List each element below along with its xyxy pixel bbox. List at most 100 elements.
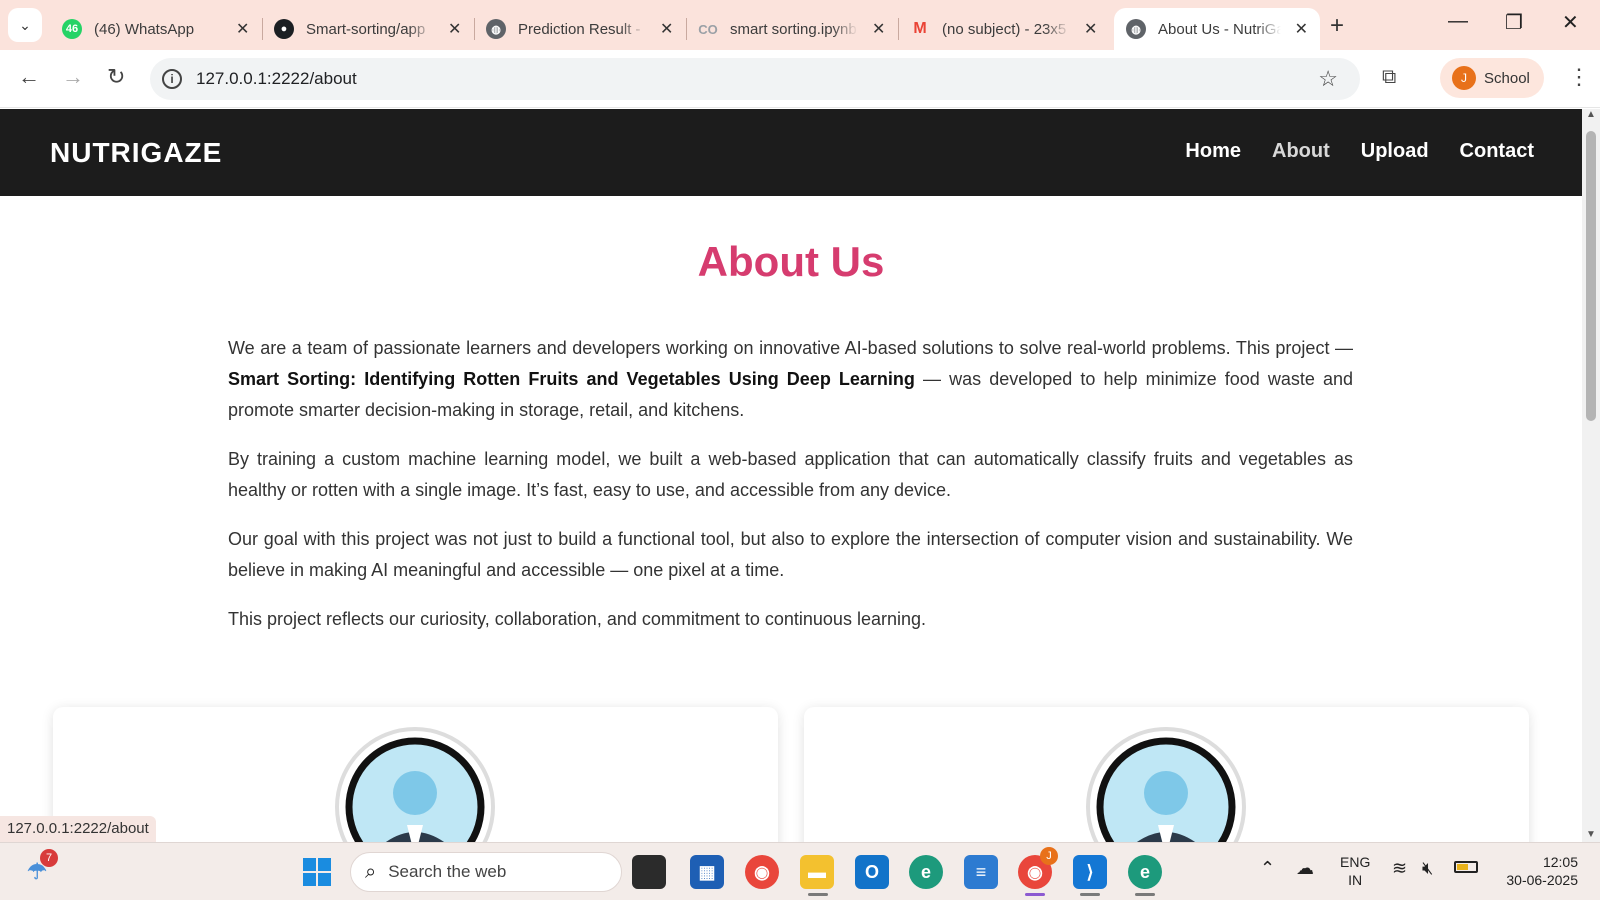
- person-icon: [345, 737, 485, 842]
- tab-label: Prediction Result -: [518, 20, 641, 38]
- scroll-down-icon[interactable]: ▼: [1586, 829, 1596, 840]
- file-explorer-icon[interactable]: ▬: [800, 855, 834, 889]
- tab-label: About Us - NutriGaze: [1158, 20, 1281, 38]
- tab-prediction[interactable]: ◍ Prediction Result - ✕: [474, 8, 685, 50]
- tab-search-button[interactable]: ⌄: [8, 8, 42, 42]
- profile-badge: J: [1040, 847, 1058, 865]
- forward-button[interactable]: →: [62, 64, 84, 90]
- colab-icon: CO: [698, 21, 718, 37]
- running-indicator: [1135, 893, 1155, 896]
- extensions-icon[interactable]: ⧉: [1382, 66, 1396, 89]
- close-icon[interactable]: ✕: [660, 19, 673, 39]
- team-member-avatar: [1086, 727, 1246, 842]
- bookmark-star-icon[interactable]: ☆: [1318, 66, 1338, 92]
- tab-colab[interactable]: CO smart sorting.ipynb ✕: [686, 8, 897, 50]
- person-icon: [1096, 737, 1236, 842]
- wifi-icon[interactable]: ≋: [1392, 859, 1407, 877]
- reload-button[interactable]: ↻: [107, 64, 125, 90]
- date-text: 30-06-2025: [1506, 872, 1578, 888]
- web-page: NUTRIGAZE Home About Upload Contact Abou…: [0, 109, 1582, 842]
- new-tab-button[interactable]: +: [1330, 12, 1344, 40]
- restore-button[interactable]: ❐: [1505, 10, 1523, 35]
- battery-icon[interactable]: [1454, 861, 1478, 873]
- browser-menu-icon[interactable]: ⋮: [1568, 64, 1590, 90]
- intro-text: We are a team of passionate learners and…: [228, 338, 1353, 358]
- site-brand[interactable]: NUTRIGAZE: [50, 137, 222, 169]
- chevron-up-icon[interactable]: ⌃: [1260, 859, 1275, 877]
- task-view-icon[interactable]: [632, 855, 666, 889]
- windows-logo-icon: [303, 858, 331, 886]
- language-indicator[interactable]: ENG IN: [1340, 853, 1370, 889]
- page-scrollbar[interactable]: ▲ ▼: [1582, 109, 1600, 842]
- microsoft-store-icon[interactable]: ▦: [690, 855, 724, 889]
- clock[interactable]: 12:05 30-06-2025: [1498, 853, 1578, 889]
- search-icon: ⌕: [365, 860, 377, 883]
- address-bar[interactable]: i 127.0.0.1:2222/about ☆: [150, 58, 1360, 100]
- notification-badge: 7: [40, 849, 58, 867]
- tab-strip: ⌄ 46 (46) WhatsApp ✕ ● Smart-sorting/app…: [0, 0, 1600, 50]
- scroll-up-icon[interactable]: ▲: [1586, 109, 1596, 120]
- team-card: [804, 707, 1529, 842]
- language-code: ENG: [1340, 854, 1371, 870]
- edge-icon[interactable]: e: [909, 855, 943, 889]
- paragraph-model: By training a custom machine learning mo…: [228, 449, 1353, 500]
- paragraph-intro: We are a team of passionate learners and…: [228, 333, 1353, 426]
- close-icon[interactable]: ✕: [448, 19, 461, 39]
- chrome-icon[interactable]: ◉: [745, 855, 779, 889]
- site-nav-links: Home About Upload Contact: [1185, 140, 1534, 163]
- globe-icon: ◍: [1126, 19, 1146, 39]
- profile-button[interactable]: J School: [1440, 58, 1544, 98]
- minimize-button[interactable]: —: [1448, 10, 1468, 33]
- nav-contact[interactable]: Contact: [1460, 140, 1534, 163]
- tab-gmail[interactable]: M (no subject) - 23x5 ✕: [898, 8, 1109, 50]
- page-title: About Us: [697, 238, 885, 285]
- site-info-icon[interactable]: i: [162, 69, 182, 89]
- paragraph-closing: This project reflects our curiosity, col…: [228, 609, 926, 629]
- tab-about-active[interactable]: ◍ About Us - NutriGaze ✕: [1114, 8, 1320, 50]
- tab-label: Smart-sorting/app: [306, 20, 426, 38]
- region-code: IN: [1348, 872, 1363, 888]
- running-indicator: [808, 893, 828, 896]
- profile-label: School: [1484, 69, 1530, 87]
- close-window-button[interactable]: ✕: [1562, 10, 1579, 35]
- close-icon[interactable]: ✕: [1084, 19, 1097, 39]
- gmail-icon: M: [913, 20, 927, 37]
- tab-github[interactable]: ● Smart-sorting/app ✕: [262, 8, 473, 50]
- avatar: J: [1452, 66, 1476, 90]
- globe-icon: ◍: [486, 19, 506, 39]
- project-name: Smart Sorting: Identifying Rotten Fruits…: [228, 369, 915, 389]
- browser-toolbar: ← → ↻ i 127.0.0.1:2222/about ☆ ⧉ J Schoo…: [0, 50, 1600, 108]
- edge-beta-icon[interactable]: e: [1128, 855, 1162, 889]
- onedrive-icon[interactable]: ☁: [1296, 859, 1314, 877]
- windows-taskbar: ☂ 7 ⌕ Search the web ▦ ◉ ▬ O e ≡ ◉ J ⟩ e…: [0, 842, 1600, 900]
- url-text[interactable]: 127.0.0.1:2222/about: [196, 69, 357, 89]
- outlook-icon[interactable]: O: [855, 855, 889, 889]
- running-indicator: [1080, 893, 1100, 896]
- close-icon[interactable]: ✕: [236, 19, 249, 39]
- taskbar-search[interactable]: ⌕ Search the web: [350, 852, 622, 892]
- close-icon[interactable]: ✕: [1295, 19, 1308, 39]
- tab-label: smart sorting.ipynb: [730, 20, 857, 38]
- close-icon[interactable]: ✕: [872, 19, 885, 39]
- nav-about[interactable]: About: [1272, 140, 1330, 163]
- vscode-icon[interactable]: ⟩: [1073, 855, 1107, 889]
- search-placeholder: Search the web: [388, 862, 507, 881]
- back-button[interactable]: ←: [18, 64, 40, 90]
- notepad-icon[interactable]: ≡: [964, 855, 998, 889]
- tab-label: (46) WhatsApp: [94, 20, 195, 38]
- team-member-avatar: [335, 727, 495, 842]
- nav-upload[interactable]: Upload: [1361, 140, 1429, 163]
- status-bar-url: 127.0.0.1:2222/about: [0, 816, 156, 842]
- github-icon: ●: [274, 19, 294, 39]
- nav-home[interactable]: Home: [1185, 140, 1241, 163]
- paragraph-goal: Our goal with this project was not just …: [228, 529, 1353, 580]
- scrollbar-thumb[interactable]: [1586, 131, 1596, 421]
- mute-icon[interactable]: 🔇︎: [1422, 859, 1433, 877]
- start-button[interactable]: [300, 855, 334, 889]
- site-navbar: NUTRIGAZE Home About Upload Contact: [0, 109, 1582, 196]
- tab-whatsapp[interactable]: 46 (46) WhatsApp ✕: [50, 8, 261, 50]
- whatsapp-icon: 46: [62, 19, 82, 39]
- time-text: 12:05: [1542, 854, 1578, 870]
- team-card: [53, 707, 778, 842]
- active-indicator: [1025, 893, 1045, 896]
